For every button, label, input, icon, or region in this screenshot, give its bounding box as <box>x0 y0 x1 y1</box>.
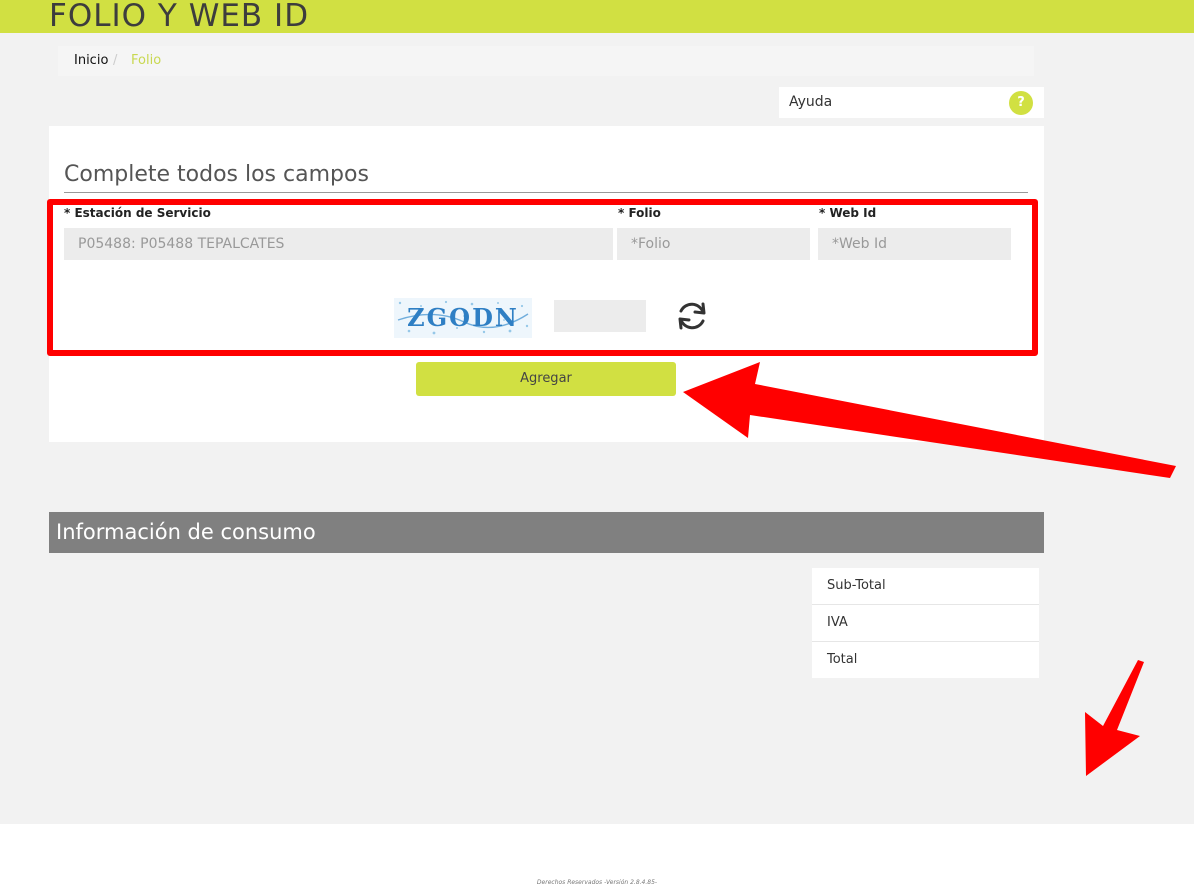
footer-copyright: Derechos Reservados -Versión 2.8.4.85- <box>536 879 658 886</box>
consumo-title: Información de consumo <box>56 520 316 544</box>
breadcrumb-separator: / <box>113 53 118 68</box>
question-icon[interactable]: ? <box>1009 91 1033 115</box>
consumo-header: Información de consumo <box>49 512 1044 553</box>
annotation-arrow-down <box>1085 660 1144 776</box>
total-row: Total <box>827 652 858 667</box>
footer: Derechos Reservados -Versión 2.8.4.85- <box>0 824 1194 887</box>
iva-row: IVA <box>812 605 1039 642</box>
help-label: Ayuda <box>789 94 833 110</box>
agregar-button[interactable]: Agregar <box>416 362 676 396</box>
breadcrumb: Inicio / Folio <box>58 46 1034 76</box>
subtotal-row: Sub-Total <box>812 568 1039 605</box>
top-banner: FOLIO Y WEB ID <box>0 0 1194 34</box>
breadcrumb-current: Folio <box>131 53 162 68</box>
page-title: FOLIO Y WEB ID <box>49 0 310 34</box>
totals-table: Sub-Total IVA Total <box>812 568 1039 678</box>
breadcrumb-home-link[interactable]: Inicio <box>74 46 108 76</box>
annotation-highlight-box <box>47 199 1038 356</box>
form-heading: Complete todos los campos <box>64 160 1028 193</box>
help-button[interactable]: Ayuda ? <box>779 87 1044 118</box>
